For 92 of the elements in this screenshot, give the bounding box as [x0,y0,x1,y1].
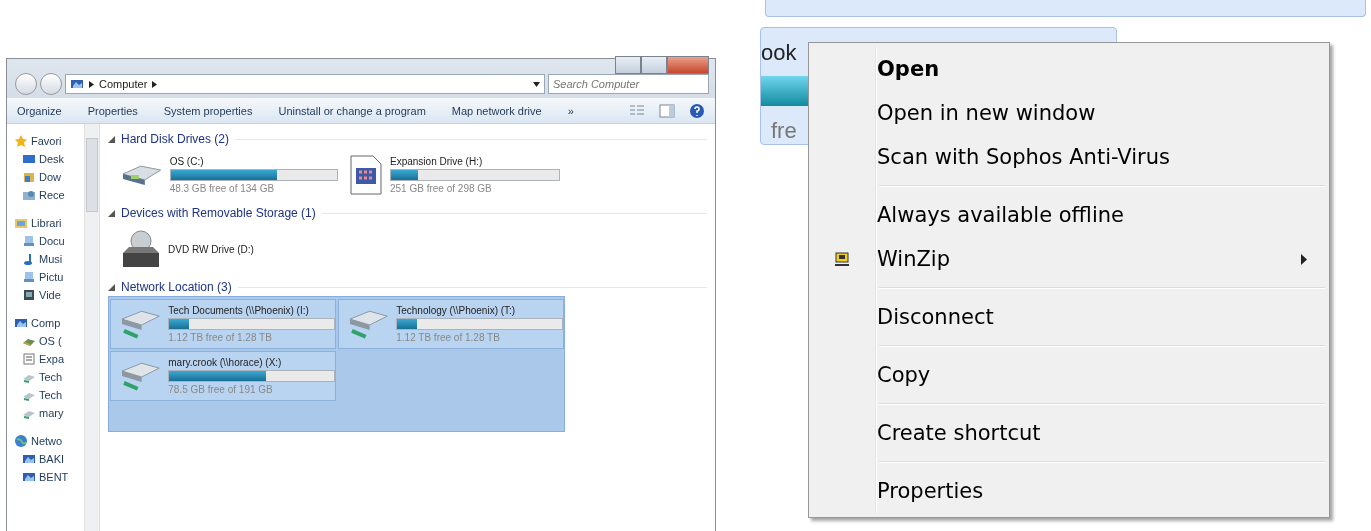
free-space-text: 251 GB free of 298 GB [390,183,493,194]
breadcrumb-arrow-icon [89,80,94,88]
collapse-triangle-icon [108,283,115,291]
toolbar-command[interactable]: Map network drive [451,104,542,117]
toolbar-command[interactable]: System properties [163,104,253,117]
breadcrumb-item[interactable]: Computer [99,78,148,90]
menu-item[interactable]: Always available offline [875,203,1124,227]
menu-item[interactable]: Create shortcut [875,421,1041,445]
close-button[interactable] [667,56,709,74]
free-space-text: 1.12 TB free of 1.28 TB [396,332,501,343]
drive-name: DVD RW Drive (D:) [168,243,255,255]
nav-item[interactable]: Docu [39,235,65,247]
menu-item[interactable]: Open in new window [875,101,1096,125]
nav-item[interactable]: Librari [31,217,62,229]
hard-drive-icon [122,164,162,186]
computer-icon [14,316,28,330]
nav-item[interactable]: Desk [39,153,65,165]
free-space-text: 1.12 TB free of 1.28 TB [168,332,273,343]
nav-item[interactable]: mary [39,407,64,419]
network-drive-icon [121,361,161,391]
document-icon [22,234,36,248]
toolbar-command[interactable]: » [567,104,574,117]
group-header[interactable]: Hard Disk Drives (2) [121,132,229,146]
star-icon [14,134,28,148]
toolbar-command[interactable]: Organize [17,104,62,117]
maximize-button[interactable] [641,56,667,74]
view-options-icon [629,103,645,118]
library-icon [14,216,28,230]
document-file-icon [350,155,382,195]
group-header[interactable]: Network Location (3) [121,280,232,294]
drive-name: Tech Documents (\\Phoenix) (I:) [168,305,310,316]
nav-item[interactable]: OS ( [39,335,62,347]
menu-item[interactable]: Copy [875,363,931,387]
toolbar-command[interactable]: Properties [87,104,138,117]
menu-item[interactable]: Disconnect [875,305,994,329]
network-drive-icon [121,309,161,339]
scrollbar-thumb[interactable] [86,138,98,212]
toolbar-command[interactable]: Uninstall or change a program [278,104,426,117]
collapse-triangle-icon [108,209,115,217]
nav-item[interactable]: Favori [31,135,62,147]
nav-item[interactable]: Netwo [31,435,63,447]
nav-item[interactable]: BENT [39,471,69,483]
nav-item[interactable]: Pictu [39,271,64,283]
search-field[interactable]: Search Computer [548,74,709,94]
nav-item[interactable]: Vide [39,289,61,301]
nav-item[interactable]: Tech [39,389,63,401]
drive-tile[interactable]: Expansion Drive (H:) 251 GB free of 298 GB [340,150,566,200]
minimize-button[interactable] [615,56,641,74]
scrollbar[interactable] [84,124,99,531]
menu-item[interactable]: Scan with Sophos Anti-Virus [875,145,1170,169]
drive-tile[interactable]: DVD RW Drive (D:) [112,224,338,274]
menu-item[interactable]: WinZip [875,247,950,271]
dvd-drive-icon [122,230,160,268]
help-icon [689,102,705,119]
breadcrumb-arrow-icon [152,80,158,88]
file-icon [22,352,36,366]
network-drive-icon [349,309,389,339]
drive-tile[interactable]: Tech Documents (\\Phoenix) (I:) 1.12 TB free of 1.28 TB [110,299,336,349]
free-space-text: fre [770,117,797,144]
nav-item[interactable]: BAKI [39,453,65,465]
free-space-text: 48.3 GB free of 134 GB [169,183,276,194]
group-header[interactable]: Devices with Removable Storage (1) [121,206,316,220]
dropdown-arrow-icon [533,81,540,87]
computer-icon [22,452,36,466]
address-bar[interactable]: Computer [65,74,545,94]
drive-name: Technology (\\Phoenix) (T:) [396,305,517,316]
forward-button[interactable] [40,73,62,95]
nav-item[interactable]: Musi [39,253,63,265]
free-space-text: 78.5 GB free of 191 GB [168,384,274,395]
nav-item[interactable]: Tech [39,371,63,383]
drive-tile[interactable]: OS (C:) 48.3 GB free of 134 GB [112,150,338,200]
nav-item[interactable]: Expa [39,353,65,365]
computer-icon [22,470,36,484]
collapse-triangle-icon [108,135,115,143]
drive-name: OS (C:) [169,156,205,167]
drive-tile[interactable]: Technology (\\Phoenix) (T:) 1.12 TB free of 1.28 TB [338,299,564,349]
drive-name: mary.crook (\\horace) (X:) [168,357,283,368]
nav-item[interactable]: Dow [39,171,61,183]
video-icon [22,288,36,302]
back-button[interactable] [15,73,37,95]
nav-item[interactable]: Comp [31,317,61,329]
menu-item[interactable]: Open [875,57,940,81]
globe-icon [14,434,28,448]
preview-pane-icon [659,103,675,118]
document-icon [22,270,36,284]
computer-icon [70,77,84,91]
drive-tile[interactable]: mary.crook (\\horace) (X:) 78.5 GB free of 191 GB [110,351,336,401]
drive-name: ook [761,39,797,66]
menu-item[interactable]: Properties [875,479,984,503]
desktop-icon [22,152,36,166]
drive-name: Expansion Drive (H:) [390,156,484,167]
nav-item[interactable]: Rece [39,189,65,201]
